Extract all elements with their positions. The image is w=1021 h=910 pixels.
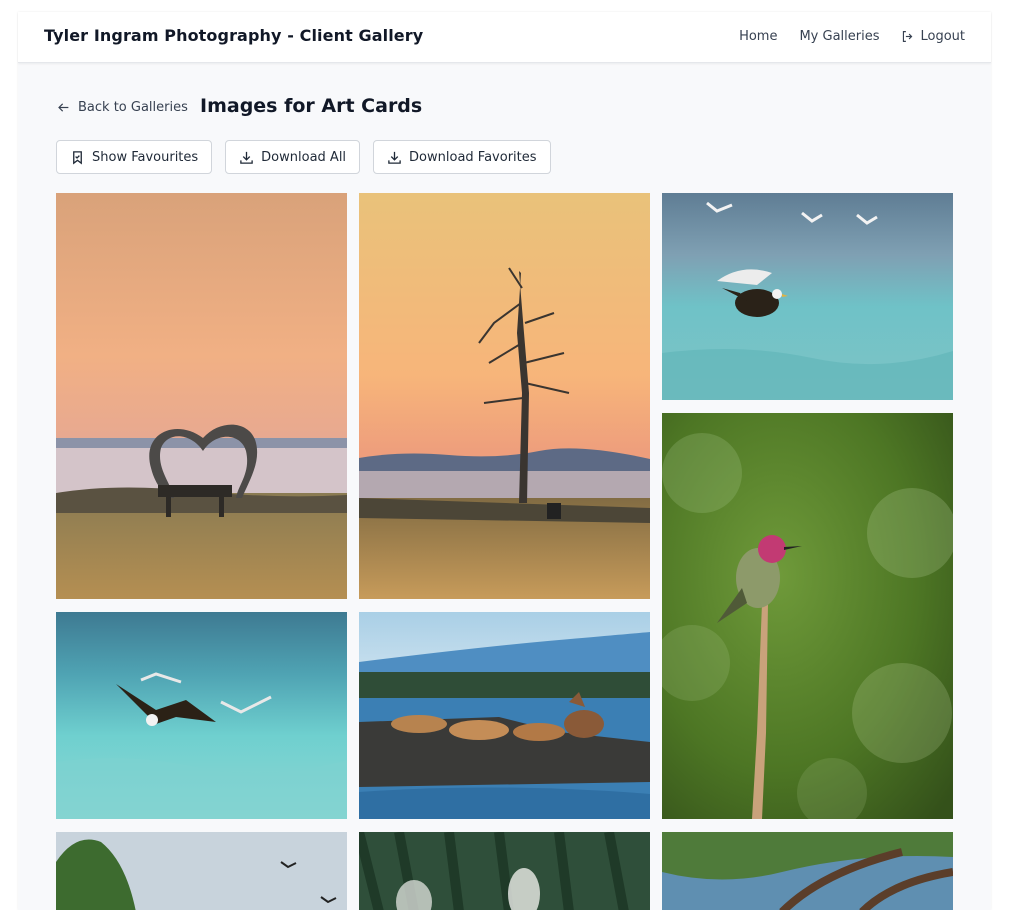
download-icon (240, 151, 253, 164)
gallery-photo-eagle-gulls[interactable] (662, 193, 953, 400)
tree-sunset-image (359, 193, 650, 599)
logout-link[interactable]: Logout (901, 29, 965, 44)
back-to-galleries-link[interactable]: Back to Galleries (57, 100, 188, 115)
navbar: Tyler Ingram Photography - Client Galler… (18, 12, 991, 63)
page-title: Images for Art Cards (200, 95, 423, 117)
logout-label: Logout (920, 29, 965, 44)
download-all-button[interactable]: Download All (225, 140, 361, 174)
gallery-photo-heart-sunset[interactable] (56, 193, 347, 599)
gallery-photo-sea-lions[interactable] (359, 612, 650, 819)
arrow-left-icon (58, 103, 69, 112)
eagle-sea-image (56, 612, 347, 819)
heart-sunset-image (56, 193, 347, 599)
download-icon (388, 151, 401, 164)
brand-title[interactable]: Tyler Ingram Photography - Client Galler… (44, 26, 423, 45)
photo-gallery (56, 193, 953, 910)
hummingbird-image (662, 413, 953, 819)
nav-home-link[interactable]: Home (739, 29, 777, 44)
whale-spouts-image (359, 832, 650, 910)
bookmark-icon (73, 150, 82, 164)
gallery-photo-birds-trees[interactable] (56, 832, 347, 910)
show-favourites-button[interactable]: Show Favourites (56, 140, 213, 174)
gallery-photo-branches[interactable] (662, 832, 953, 910)
download-favorites-button[interactable]: Download Favorites (373, 140, 551, 174)
page-container: Tyler Ingram Photography - Client Galler… (18, 12, 991, 910)
birds-trees-image (56, 832, 347, 910)
back-label: Back to Galleries (78, 100, 188, 115)
logout-icon (903, 31, 913, 42)
eagle-gulls-image (662, 193, 953, 400)
gallery-photo-tree-sunset[interactable] (359, 193, 650, 599)
nav-home-label: Home (739, 29, 778, 44)
gallery-photo-eagle-sea[interactable] (56, 612, 347, 819)
gallery-photo-whale-spouts[interactable] (359, 832, 650, 910)
sea-lions-image (359, 612, 650, 819)
nav-menu: Home My Galleries Logout (739, 29, 965, 44)
nav-galleries-label: My Galleries (799, 29, 880, 44)
branches-image (662, 832, 953, 910)
show-favourites-label: Show Favourites (92, 149, 199, 165)
action-toolbar: Show Favourites Download All Download Fa… (56, 140, 551, 174)
gallery-photo-hummingbird[interactable] (662, 413, 953, 819)
download-favorites-label: Download Favorites (409, 149, 537, 165)
nav-galleries-link[interactable]: My Galleries (799, 29, 879, 44)
download-all-label: Download All (261, 149, 347, 165)
